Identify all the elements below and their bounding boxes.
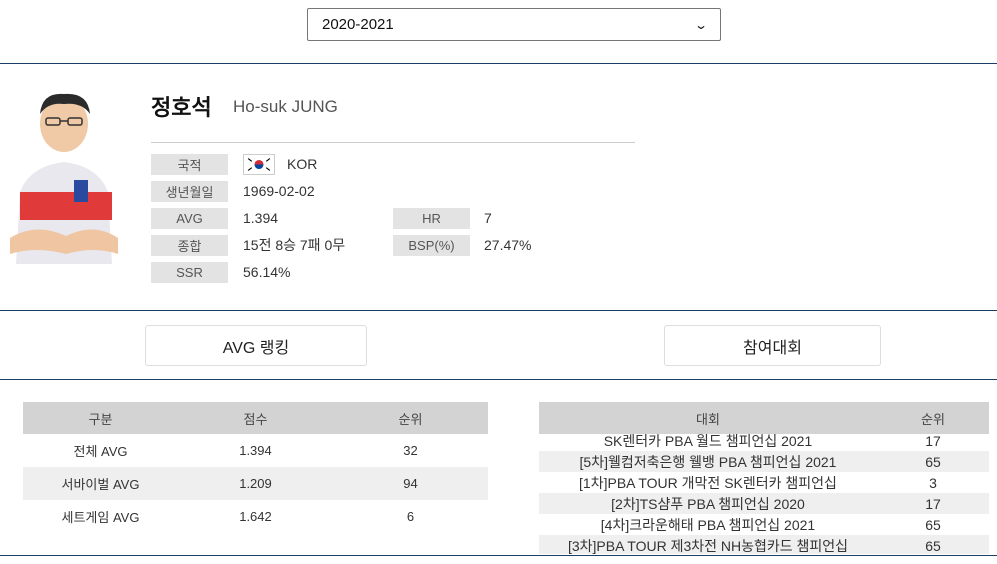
tournament-table[interactable]: SK렌터카 PBA 월드 챔피언십 2021 17 [5차]웰컴저축은행 웰뱅 …	[539, 402, 989, 554]
record-label: 종합	[151, 235, 228, 256]
row-rank: 6	[406, 509, 415, 524]
row-score: 1.394	[239, 443, 272, 458]
bsp-value: 27.47%	[484, 237, 532, 253]
divider-top	[0, 63, 997, 64]
ssr-value: 56.14%	[243, 264, 291, 280]
header-rank: 순위	[921, 411, 945, 427]
header-category: 구분	[23, 402, 178, 434]
season-select[interactable]: 2020-2021 ⌄	[307, 8, 721, 41]
avg-ranking-table: 구분 점수 순위 전체 AVG 1.394 32 서바이벌 AVG 1.209 …	[23, 402, 488, 533]
tournaments-button[interactable]: 참여대회	[664, 325, 881, 366]
table-row[interactable]: [3차]PBA TOUR 제3차전 NH농협카드 챔피언십 65	[539, 535, 989, 554]
season-select-value: 2020-2021	[322, 16, 394, 33]
birth-label: 생년월일	[151, 181, 228, 202]
row-category: 전체 AVG	[73, 444, 128, 459]
table-row[interactable]: [4차]크라운해태 PBA 챔피언십 2021 65	[539, 514, 989, 535]
table-row[interactable]: [1차]PBA TOUR 개막전 SK렌터카 챔피언십 3	[539, 472, 989, 493]
tournament-name: [3차]PBA TOUR 제3차전 NH농협카드 챔피언십	[567, 537, 849, 554]
table-row[interactable]: [2차]TS샴푸 PBA 챔피언십 2020 17	[539, 493, 989, 514]
bsp-label: BSP(%)	[393, 235, 470, 256]
tournament-rank: 17	[925, 432, 941, 449]
avg-ranking-button[interactable]: AVG 랭킹	[145, 325, 367, 366]
birth-value: 1969-02-02	[243, 183, 315, 199]
record-value: 15전 8승 7패 0무	[243, 237, 346, 253]
header-score: 점수	[178, 402, 333, 434]
player-name-english: Ho-suk JUNG	[233, 97, 338, 116]
table-row: 서바이벌 AVG 1.209 94	[23, 467, 488, 500]
avg-table-header: 구분 점수 순위	[23, 402, 488, 434]
season-select-wrapper: 2020-2021 ⌄	[307, 8, 721, 41]
chevron-down-icon: ⌄	[693, 17, 709, 32]
tournament-table-body: SK렌터카 PBA 월드 챔피언십 2021 17 [5차]웰컴저축은행 웰뱅 …	[539, 430, 989, 554]
row-rank: 32	[403, 443, 418, 458]
ssr-label: SSR	[151, 262, 228, 283]
tournament-table-header: 대회 순위	[539, 402, 989, 434]
tournament-rank: 65	[925, 537, 941, 554]
player-name-korean: 정호석	[151, 95, 212, 120]
tournament-rank: 65	[925, 453, 941, 470]
table-row: 세트게임 AVG 1.642 6	[23, 500, 488, 533]
row-rank: 94	[333, 467, 488, 500]
row-score: 1.209	[178, 467, 333, 500]
tournament-name: [5차]웰컴저축은행 웰뱅 PBA 챔피언십 2021	[579, 453, 837, 470]
tournament-name: [1차]PBA TOUR 개막전 SK렌터카 챔피언십	[579, 474, 837, 491]
tournament-name: [4차]크라운해태 PBA 챔피언십 2021	[600, 516, 816, 533]
tournament-name: [2차]TS샴푸 PBA 챔피언십 2020	[611, 495, 805, 512]
row-category: 세트게임 AVG	[61, 510, 140, 525]
hr-value: 7	[484, 210, 492, 226]
avg-value: 1.394	[243, 210, 279, 226]
table-row: 전체 AVG 1.394 32	[23, 434, 488, 467]
nationality-value: KOR	[287, 156, 318, 172]
row-category: 서바이벌 AVG	[23, 467, 178, 500]
row-score: 1.642	[239, 509, 272, 524]
tournament-rank: 17	[925, 495, 941, 512]
divider-bottom	[0, 555, 997, 556]
korea-flag-icon	[243, 154, 275, 175]
divider-lower	[0, 379, 997, 380]
player-photo	[6, 88, 122, 264]
divider-middle	[0, 310, 997, 311]
header-rank: 순위	[333, 402, 488, 434]
tournament-rank: 65	[925, 516, 941, 533]
tournament-rank: 3	[929, 474, 937, 491]
nationality-label: 국적	[151, 154, 228, 175]
header-tournament: 대회	[696, 411, 720, 427]
table-row[interactable]: [5차]웰컴저축은행 웰뱅 PBA 챔피언십 2021 65	[539, 451, 989, 472]
avg-label: AVG	[151, 208, 228, 229]
name-divider	[151, 142, 635, 143]
hr-label: HR	[393, 208, 470, 229]
